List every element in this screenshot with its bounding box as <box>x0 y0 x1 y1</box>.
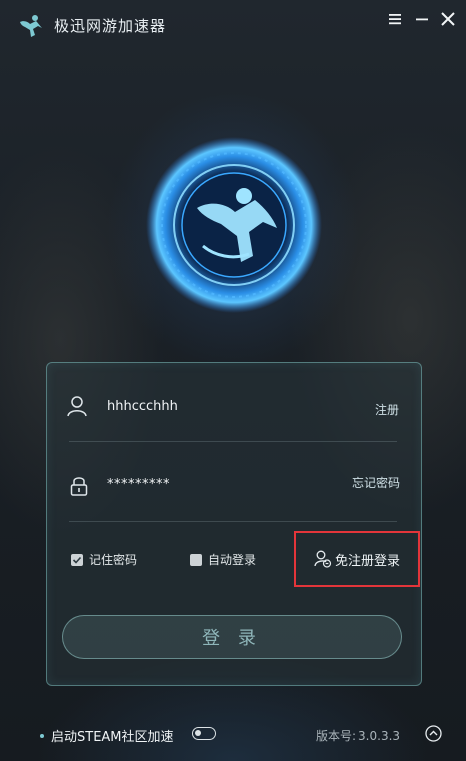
minimize-icon <box>416 18 428 21</box>
footer-bar: 启动STEAM社区加速 版本号: 3.0.3.3 <box>0 716 466 756</box>
close-icon <box>441 12 455 26</box>
bullet-dot-icon <box>40 733 44 738</box>
close-button[interactable] <box>437 8 459 30</box>
guest-login-button[interactable]: 免注册登录 <box>294 531 420 587</box>
auto-login-label: 自动登录 <box>208 553 257 567</box>
remember-password-checkbox[interactable]: 记住密码 <box>71 551 137 568</box>
version-number: 3.0.3.3 <box>358 729 401 743</box>
toggle-knob <box>195 730 201 736</box>
checkbox-checked-icon <box>71 553 83 566</box>
guest-user-icon <box>314 550 332 568</box>
register-link[interactable]: 注册 <box>375 401 399 418</box>
password-field[interactable]: ********* <box>107 477 170 492</box>
remember-password-label: 记住密码 <box>89 553 138 567</box>
chevron-up-circle-icon[interactable] <box>425 725 442 742</box>
title-bar: 极迅网游加速器 <box>0 0 466 48</box>
divider <box>69 521 397 522</box>
auto-login-checkbox[interactable]: 自动登录 <box>190 551 256 568</box>
hamburger-menu-icon <box>389 14 401 25</box>
menu-button[interactable] <box>384 8 406 30</box>
username-field[interactable]: hhhccchhh <box>107 399 178 414</box>
divider <box>69 441 397 442</box>
lock-icon <box>70 477 88 496</box>
checkbox-unchecked-icon <box>190 553 202 566</box>
version-info: 版本号: 3.0.3.3 <box>316 727 400 744</box>
version-label: 版本号: <box>316 729 357 743</box>
steam-acceleration-toggle[interactable] <box>192 727 216 740</box>
app-title: 极迅网游加速器 <box>54 17 167 35</box>
login-button[interactable]: 登 录 <box>62 615 402 659</box>
minimize-button[interactable] <box>411 8 433 30</box>
forgot-password-link[interactable]: 忘记密码 <box>352 474 400 491</box>
steam-acceleration-option: 启动STEAM社区加速 <box>40 726 174 745</box>
glowing-orb-logo <box>146 137 322 313</box>
runner-logo-icon <box>20 15 42 37</box>
user-icon <box>67 396 87 417</box>
steam-acceleration-label: 启动STEAM社区加速 <box>51 730 174 745</box>
guest-login-label: 免注册登录 <box>334 553 400 569</box>
login-panel: hhhccchhh 注册 ********* 忘记密码 记住密码 自动登录 免注… <box>46 362 422 686</box>
